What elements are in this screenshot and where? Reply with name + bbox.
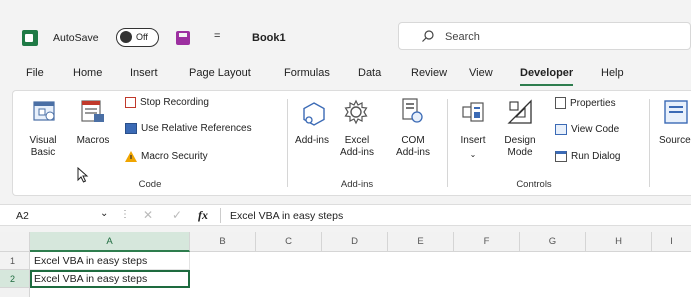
tab-help[interactable]: Help: [601, 67, 624, 79]
use-relative-references-button[interactable]: Use Relative References: [125, 123, 252, 134]
macro-security-button[interactable]: Macro Security: [125, 151, 208, 162]
tab-data[interactable]: Data: [358, 67, 381, 79]
chevron-down-icon: ⌄: [469, 150, 477, 159]
column-header-h[interactable]: H: [586, 232, 652, 252]
properties-icon: [555, 97, 566, 109]
tab-review[interactable]: Review: [411, 67, 447, 79]
addins-icon: [303, 102, 325, 126]
tab-file[interactable]: File: [26, 67, 44, 79]
visual-basic-button[interactable]: Visual Basic: [21, 135, 65, 159]
properties-label: Properties: [570, 97, 616, 109]
tab-developer[interactable]: Developer: [520, 67, 574, 86]
tab-page-layout[interactable]: Page Layout: [189, 67, 251, 79]
code-group-label: Code: [138, 179, 162, 190]
relative-references-icon: [125, 123, 137, 134]
column-header-c[interactable]: C: [256, 232, 322, 252]
formula-input[interactable]: Excel VBA in easy steps: [230, 210, 343, 222]
visual-basic-icon: [33, 101, 55, 121]
search-icon: [422, 30, 434, 42]
view-code-label: View Code: [571, 124, 620, 135]
toggle-knob: [120, 31, 132, 43]
mouse-cursor-icon: [77, 167, 89, 183]
autosave-toggle[interactable]: Off: [116, 28, 159, 47]
addins-button[interactable]: Add-ins: [295, 135, 329, 147]
formula-bar: A2 ⌄ ⋮ ✕ ✓ fx Excel VBA in easy steps: [0, 204, 691, 226]
design-mode-icon: [507, 99, 532, 124]
tab-home[interactable]: Home: [73, 67, 102, 79]
run-dialog-label: Run Dialog: [571, 151, 621, 162]
view-code-button[interactable]: View Code: [555, 124, 619, 135]
group-separator: [649, 99, 650, 187]
group-separator: [287, 99, 288, 187]
autosave-state: Off: [136, 32, 148, 42]
use-relative-references-label: Use Relative References: [141, 123, 252, 134]
row-header-1[interactable]: 1: [0, 252, 30, 270]
design-mode-button[interactable]: Design Mode: [499, 135, 541, 159]
ribbon-tabs: File Home Insert Page Layout Formulas Da…: [0, 63, 691, 86]
column-header-a[interactable]: A: [30, 232, 190, 252]
stop-recording-label: Stop Recording: [140, 97, 209, 108]
column-header-b[interactable]: B: [190, 232, 256, 252]
save-icon[interactable]: [176, 31, 190, 45]
addins-group-label: Add-ins: [340, 179, 374, 190]
workbook-name: Book1: [252, 32, 286, 44]
formula-bar-splitter-icon[interactable]: ⋮: [120, 209, 130, 220]
macros-button[interactable]: Macros: [71, 135, 115, 147]
macro-security-label: Macro Security: [141, 151, 208, 162]
search-placeholder: Search: [445, 31, 480, 43]
column-header-d[interactable]: D: [322, 232, 388, 252]
view-code-icon: [555, 124, 567, 135]
column-header-g[interactable]: G: [520, 232, 586, 252]
excel-logo-icon: [22, 30, 38, 46]
com-addins-icon: [402, 98, 423, 123]
source-button[interactable]: Source: [659, 135, 691, 147]
warning-icon: [125, 151, 137, 162]
title-bar: AutoSave Off = Book1 Search: [0, 0, 691, 60]
row-header-2[interactable]: 2: [0, 270, 30, 288]
customize-qat-button[interactable]: =: [214, 30, 220, 42]
com-addins-button[interactable]: COM Add-ins: [391, 135, 435, 159]
stop-recording-icon: [125, 97, 136, 108]
tab-formulas[interactable]: Formulas: [284, 67, 330, 79]
select-all-corner[interactable]: [0, 232, 30, 252]
stop-recording-button[interactable]: Stop Recording: [125, 97, 209, 108]
insert-function-button[interactable]: fx: [198, 208, 208, 223]
macros-icon: [81, 100, 104, 122]
run-dialog-icon: [555, 151, 567, 162]
tab-view[interactable]: View: [469, 67, 493, 79]
tab-insert[interactable]: Insert: [130, 67, 158, 79]
column-header-f[interactable]: F: [454, 232, 520, 252]
properties-button[interactable]: Properties: [555, 97, 616, 109]
cell-a1[interactable]: Excel VBA in easy steps: [30, 252, 190, 270]
insert-button[interactable]: Insert: [453, 135, 493, 147]
excel-addins-gear-icon: [344, 99, 368, 125]
column-header-i[interactable]: I: [652, 232, 691, 252]
ribbon-panel: Visual Basic Macros Stop Recording Use R…: [12, 90, 691, 196]
search-box[interactable]: Search: [398, 22, 691, 50]
insert-controls-icon: [462, 102, 484, 122]
row-header-3[interactable]: [0, 288, 30, 297]
excel-addins-button[interactable]: Excel Add-ins: [335, 135, 379, 159]
enter-icon[interactable]: ✓: [172, 208, 182, 222]
group-separator: [447, 99, 448, 187]
name-box[interactable]: A2: [16, 210, 29, 222]
run-dialog-button[interactable]: Run Dialog: [555, 151, 620, 162]
controls-group-label: Controls: [516, 179, 552, 190]
formula-bar-divider: [220, 208, 221, 223]
column-header-e[interactable]: E: [388, 232, 454, 252]
name-box-dropdown-icon[interactable]: ⌄: [100, 208, 108, 219]
worksheet-grid: A B C D E F G H I 1 Excel VBA in easy st…: [0, 232, 691, 297]
source-icon: [664, 100, 688, 124]
autosave-label: AutoSave: [53, 32, 99, 44]
cell-a2[interactable]: Excel VBA in easy steps: [30, 270, 190, 288]
cancel-icon[interactable]: ✕: [143, 208, 153, 222]
